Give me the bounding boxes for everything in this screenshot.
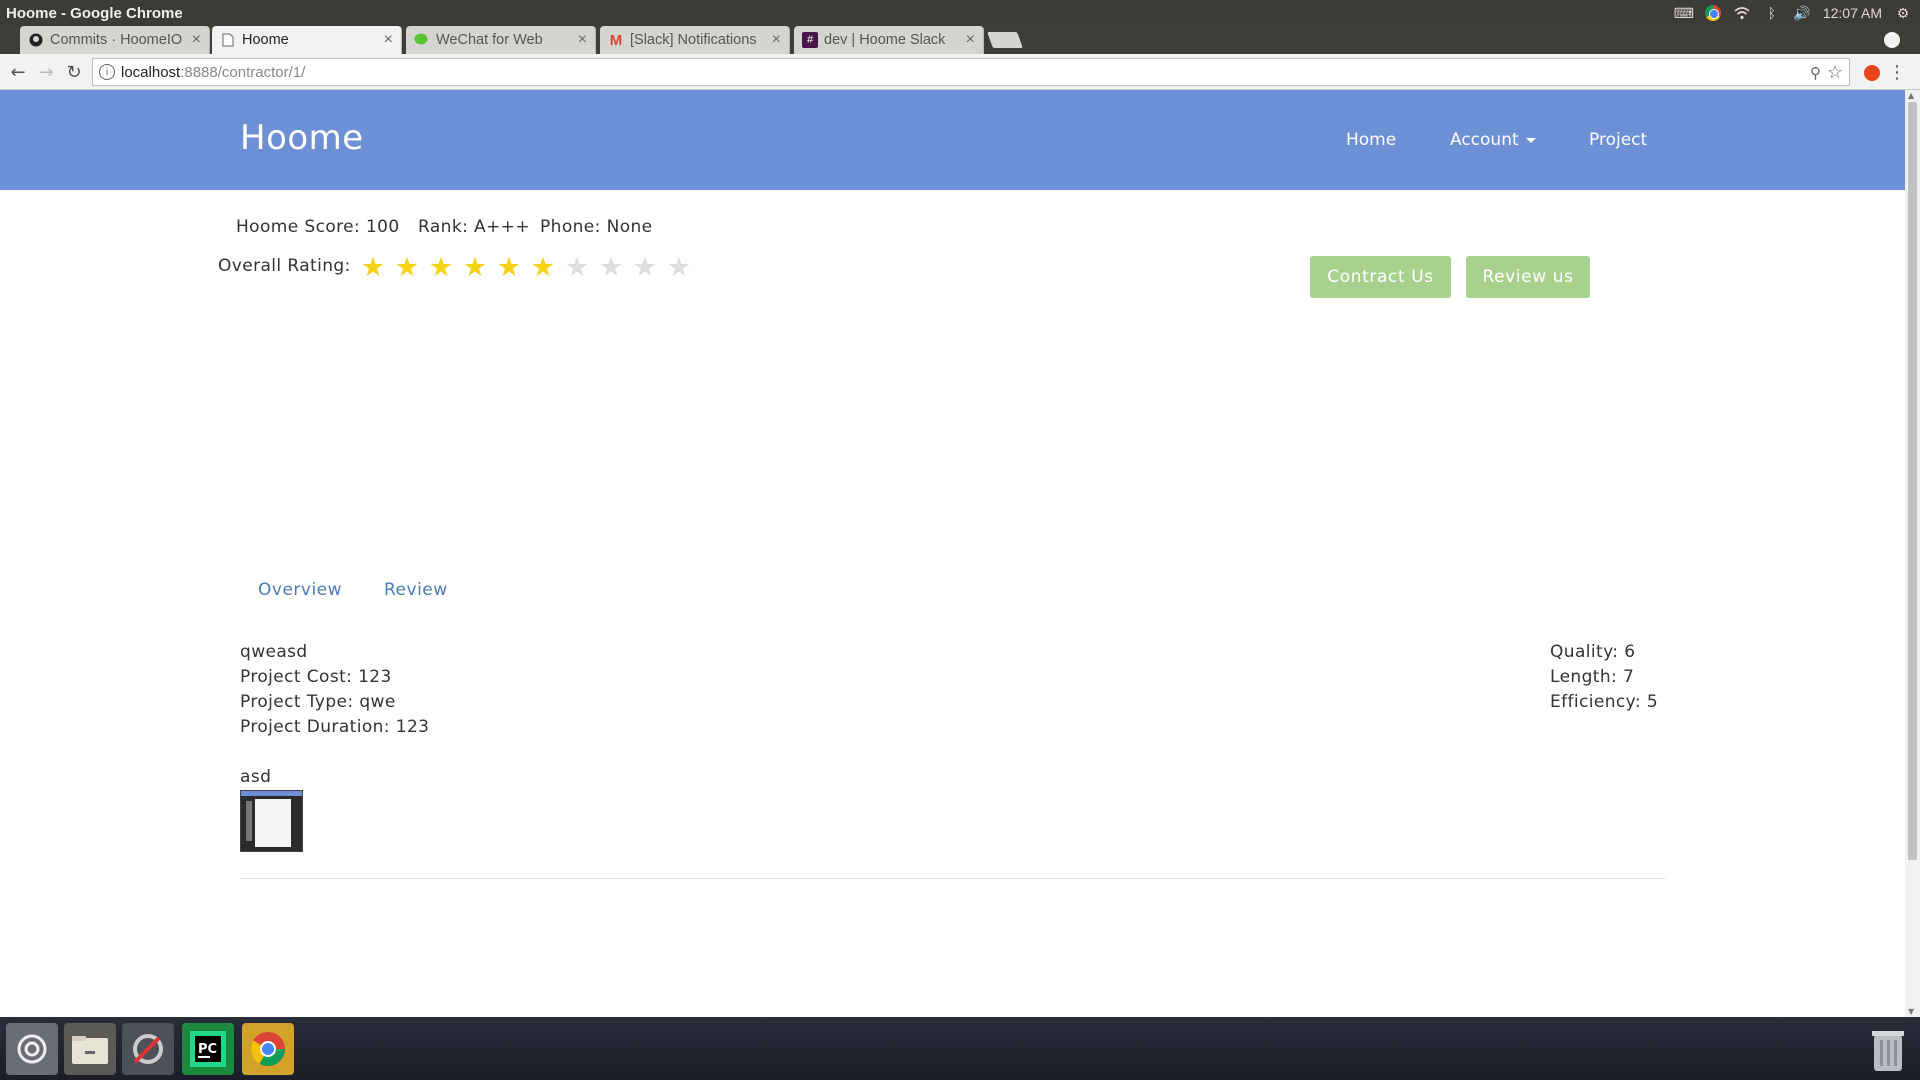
back-icon[interactable]: ← [8, 62, 28, 83]
project-note: asd [240, 767, 272, 787]
nav-home-link[interactable]: Home [1346, 130, 1396, 150]
clock[interactable]: 12:07 AM [1823, 5, 1882, 21]
caret-down-icon [1525, 137, 1536, 143]
page-icon [220, 32, 236, 48]
chrome-tray-icon[interactable] [1704, 5, 1721, 21]
github-icon [28, 32, 44, 48]
nav-account-dropdown[interactable]: Account [1450, 130, 1536, 150]
volume-icon[interactable]: 🔊 [1793, 4, 1811, 22]
quality-score: Quality: 6 [1550, 642, 1636, 662]
pycharm-launcher[interactable]: PC [182, 1023, 234, 1075]
star-empty-icon: ★ [564, 252, 590, 283]
browser-tab-4[interactable]: # dev | Hoome Slack × [794, 26, 984, 54]
project-name: qweasd [240, 642, 308, 662]
url-host: localhost [121, 63, 181, 81]
slack-icon: # [802, 32, 818, 48]
star-filled-icon: ★ [360, 252, 386, 283]
close-icon[interactable]: × [578, 31, 587, 49]
forward-icon[interactable]: → [36, 62, 56, 83]
chrome-launcher[interactable] [242, 1023, 294, 1075]
scroll-up-icon[interactable]: ▲ [1908, 91, 1914, 100]
files-launcher[interactable] [64, 1023, 116, 1075]
star-filled-icon: ★ [462, 252, 488, 283]
thumbnail-sidebar [246, 801, 252, 841]
window-title: Hoome - Google Chrome [6, 4, 183, 22]
nav-account-label: Account [1450, 130, 1519, 150]
trash-icon[interactable] [1868, 1025, 1908, 1073]
star-empty-icon: ★ [666, 252, 692, 283]
project-cost: Project Cost: 123 [240, 667, 392, 687]
tools-launcher[interactable] [122, 1023, 174, 1075]
reload-icon[interactable]: ↻ [64, 62, 84, 83]
tab-review[interactable]: Review [384, 580, 448, 600]
info-icon[interactable]: i [99, 64, 115, 80]
close-icon[interactable]: × [192, 31, 201, 49]
gear-icon[interactable]: ⚙ [1894, 4, 1912, 22]
star-filled-icon: ★ [428, 252, 454, 283]
star-filled-icon: ★ [394, 252, 420, 283]
wechat-icon [414, 32, 430, 48]
thumbnail-document [255, 799, 291, 847]
brand-logo[interactable]: Hoome [240, 118, 364, 158]
thumbnail-header [241, 791, 302, 796]
project-image-thumbnail[interactable] [240, 790, 303, 852]
project-duration: Project Duration: 123 [240, 717, 430, 737]
address-bar[interactable]: i localhost:8888/contractor/1/ ⚲ ☆ [92, 58, 1850, 86]
wifi-icon[interactable] [1733, 4, 1751, 22]
os-top-bar: Hoome - Google Chrome ⌨ ᛒ 🔊 12:07 AM ⚙ [0, 0, 1920, 26]
close-icon[interactable]: × [966, 31, 975, 49]
browser-tab-strip: Commits · HoomeIO × Hoome × WeChat for W… [0, 26, 1920, 54]
gmail-icon: M [609, 31, 623, 49]
browser-tab-1[interactable]: Hoome × [212, 26, 402, 54]
browser-tab-3[interactable]: M [Slack] Notifications × [600, 26, 790, 54]
close-icon[interactable]: × [772, 31, 781, 49]
close-icon[interactable]: × [384, 31, 393, 49]
rank: Rank: A+++ [418, 217, 530, 237]
keyboard-icon[interactable]: ⌨ [1674, 4, 1694, 22]
browser-tab-2[interactable]: WeChat for Web × [406, 26, 596, 54]
scrollbar-thumb[interactable] [1908, 102, 1917, 860]
contract-us-button[interactable]: Contract Us [1310, 256, 1451, 298]
browser-toolbar: ← → ↻ i localhost:8888/contractor/1/ ⚲ ☆… [0, 54, 1920, 90]
menu-icon[interactable]: ⋮ [1888, 62, 1906, 83]
nav-project-link[interactable]: Project [1589, 130, 1647, 150]
scroll-down-icon[interactable]: ▼ [1908, 1007, 1914, 1016]
divider [240, 878, 1666, 879]
star-filled-icon: ★ [496, 252, 522, 283]
review-us-button[interactable]: Review us [1466, 256, 1590, 298]
system-settings-launcher[interactable] [6, 1023, 58, 1075]
efficiency-score: Efficiency: 5 [1550, 692, 1659, 712]
rating-stars: ★ ★ ★ ★ ★ ★ ★ ★ ★ ★ [360, 254, 692, 282]
zoom-icon[interactable]: ⚲ [1810, 64, 1821, 82]
browser-tab-0[interactable]: Commits · HoomeIO × [20, 26, 210, 54]
url-path: :8888/contractor/1/ [180, 63, 306, 81]
bluetooth-icon[interactable]: ᛒ [1763, 4, 1781, 22]
tab-overview[interactable]: Overview [258, 580, 342, 600]
hoome-score: Hoome Score: 100 [236, 217, 400, 237]
length-score: Length: 7 [1550, 667, 1635, 687]
star-empty-icon: ★ [632, 252, 658, 283]
svg-text:PC: PC [198, 1042, 217, 1057]
extension-icon[interactable] [1864, 65, 1880, 81]
project-type: Project Type: qwe [240, 692, 396, 712]
new-tab-button[interactable] [987, 32, 1023, 48]
profile-icon[interactable] [1884, 32, 1900, 48]
bookmark-star-icon[interactable]: ☆ [1827, 62, 1843, 83]
page-scrollbar[interactable]: ▲ ▼ [1905, 90, 1920, 1017]
phone: Phone: None [540, 217, 653, 237]
star-empty-icon: ★ [598, 252, 624, 283]
site-navbar: Hoome Home Account Project [0, 90, 1905, 190]
system-tray: ⌨ ᛒ 🔊 12:07 AM ⚙ [1674, 0, 1912, 26]
os-taskbar: PC [0, 1017, 1920, 1080]
star-filled-icon: ★ [530, 252, 556, 283]
overall-rating-label: Overall Rating: [218, 256, 351, 276]
page-viewport: Hoome Home Account Project Hoome Score: … [0, 90, 1905, 1017]
